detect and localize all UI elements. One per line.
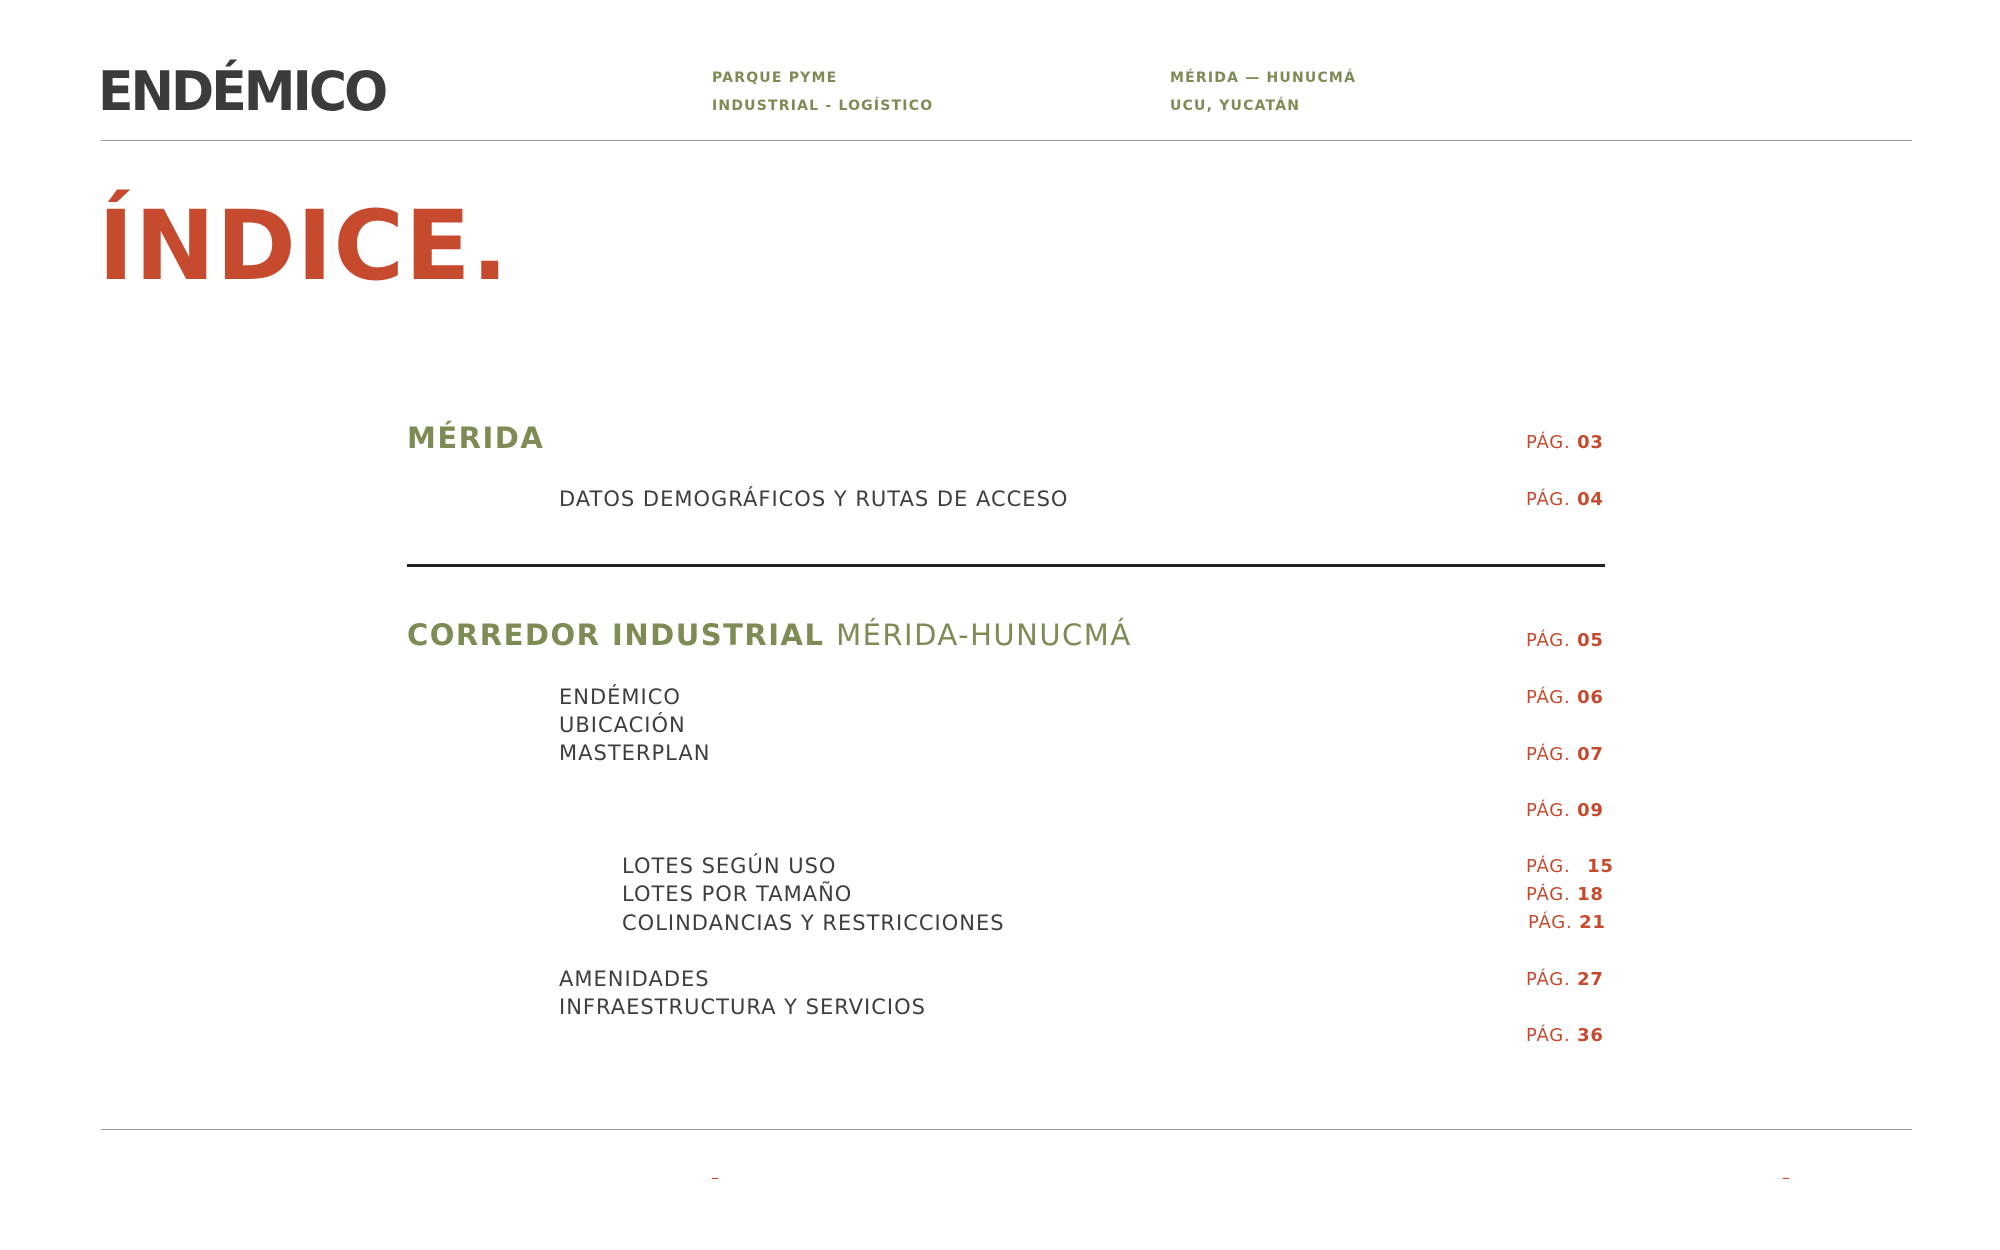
page-number: 15 [1587,856,1614,877]
location-info: MÉRIDA — HUNUCMÁ UCU, YUCATÁN [1170,64,1356,120]
toc-item-infraestructura: INFRAESTRUCTURA Y SERVICIOS [559,995,926,1019]
toc-subitem-lotes-tamano: LOTES POR TAMAÑO [622,882,853,906]
page-title: ÍNDICE. [98,190,509,302]
page-number: 27 [1577,969,1604,990]
page-number: 06 [1577,687,1604,708]
page-ref-corredor: PÁG. 05 [1526,632,1604,650]
page-number: 09 [1577,800,1604,821]
page-prefix: PÁG. [1526,432,1571,453]
page-ref-21: PÁG. 21 [1528,914,1606,932]
toc-item-datos: DATOS DEMOGRÁFICOS Y RUTAS DE ACCESO [559,487,1069,511]
footer-dash-right: – [1782,1168,1790,1187]
page-number: 04 [1577,489,1604,510]
header-rule [101,140,1912,141]
page-number: 36 [1577,1025,1604,1046]
project-line-1: PARQUE PYME [712,70,838,86]
page-ref-15: PÁG. 15 [1526,858,1614,876]
location-line-1: MÉRIDA — HUNUCMÁ [1170,70,1357,86]
page-prefix: PÁG. [1526,1025,1571,1046]
page-ref-18: PÁG. 18 [1526,886,1604,904]
toc-item-amenidades: AMENIDADES [559,967,710,991]
page-ref-27: PÁG. 27 [1526,971,1604,989]
project-info: PARQUE PYME INDUSTRIAL - LOGÍSTICO [712,64,933,120]
page-number: 03 [1577,432,1604,453]
page-prefix: PÁG. [1526,489,1571,510]
toc-item-masterplan: MASTERPLAN [559,741,711,765]
location-line-2: UCU, YUCATÁN [1170,98,1301,114]
toc-subitem-colindancias: COLINDANCIAS Y RESTRICCIONES [622,911,1005,935]
page-number: 21 [1579,912,1606,933]
toc-item-endemico: ENDÉMICO [559,685,681,709]
footer-dash-left: – [711,1168,719,1187]
page-prefix: PÁG. [1526,969,1571,990]
toc-item-ubicacion: UBICACIÓN [559,713,686,737]
toc-subitem-lotes-uso: LOTES SEGÚN USO [622,854,837,878]
section-title-light: MÉRIDA-HUNUCMÁ [836,618,1132,652]
page-prefix: PÁG. [1526,630,1571,651]
page-prefix: PÁG. [1526,800,1571,821]
page-prefix: PÁG. [1526,884,1571,905]
section-title-corredor: CORREDOR INDUSTRIAL MÉRIDA-HUNUCMÁ [407,621,1132,650]
page-prefix: PÁG. [1528,912,1573,933]
project-line-2: INDUSTRIAL - LOGÍSTICO [712,98,934,114]
section-title-merida: MÉRIDA [407,421,545,455]
page-ref-09: PÁG. 09 [1526,802,1604,820]
page-ref-07: PÁG. 07 [1526,746,1604,764]
page-ref-merida: PÁG. 03 [1526,434,1604,452]
page-number: 05 [1577,630,1604,651]
page-number: 07 [1577,744,1604,765]
page-ref-36: PÁG. 36 [1526,1027,1604,1045]
footer-rule [101,1129,1912,1130]
section-divider [407,564,1605,567]
page-number: 18 [1577,884,1604,905]
section-title-bold: CORREDOR INDUSTRIAL [407,618,825,652]
brand-logo: ENDÉMICO [98,60,388,124]
page-prefix: PÁG. [1526,744,1571,765]
page-ref-datos: PÁG. 04 [1526,491,1604,509]
page-ref-06: PÁG. 06 [1526,689,1604,707]
page-prefix: PÁG. [1526,687,1571,708]
page-prefix: PÁG. [1526,856,1571,877]
